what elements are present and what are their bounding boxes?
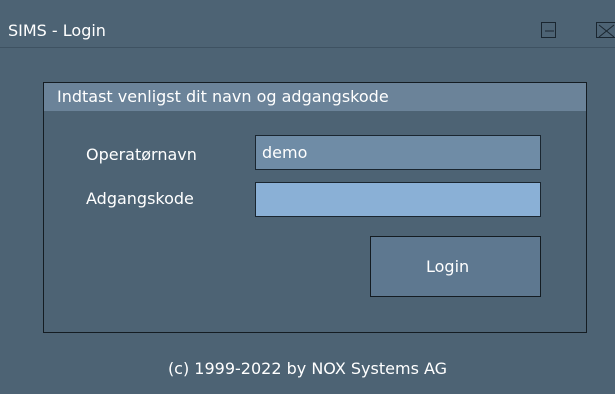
password-input[interactable] — [255, 182, 541, 217]
minimize-icon — [545, 30, 554, 32]
login-window: SIMS - Login Indtast venligst dit navn o… — [0, 0, 615, 394]
minimize-button[interactable] — [541, 22, 556, 38]
group-header: Indtast venligst dit navn og adgangskode — [44, 83, 586, 111]
title-bar: SIMS - Login — [0, 0, 615, 48]
close-icon — [598, 24, 615, 38]
password-label: Adgangskode — [86, 189, 194, 208]
close-button[interactable] — [596, 22, 615, 38]
group-title: Indtast venligst dit navn og adgangskode — [57, 87, 389, 106]
copyright-text: (c) 1999-2022 by NOX Systems AG — [167, 359, 448, 378]
login-button[interactable]: Login — [370, 236, 541, 297]
window-title: SIMS - Login — [8, 21, 106, 40]
username-input[interactable] — [255, 135, 541, 170]
username-label: Operatørnavn — [86, 145, 197, 164]
